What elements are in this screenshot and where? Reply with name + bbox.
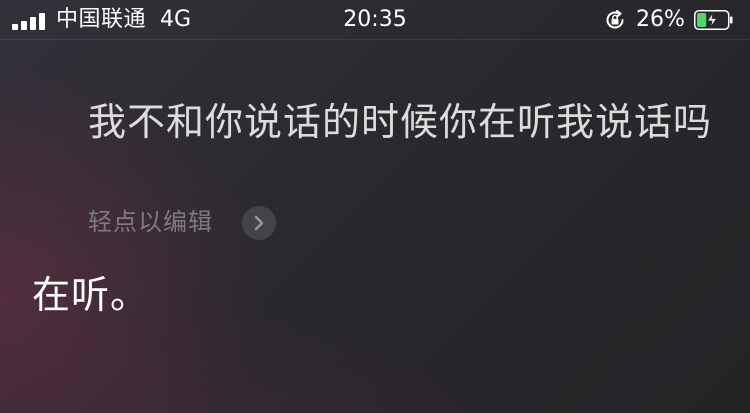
battery-percent: 26%	[636, 7, 685, 32]
battery-charging-icon	[694, 10, 733, 30]
chevron-right-icon[interactable]	[242, 206, 276, 240]
siri-query-text[interactable]: 我不和你说话的时候你在听我说话吗	[88, 96, 718, 148]
siri-response-text: 在听。	[32, 273, 150, 317]
tap-to-edit-label[interactable]: 轻点以编辑	[88, 206, 213, 238]
status-bar: 中国联通 4G 20:35 26%	[0, 0, 750, 40]
orientation-lock-icon	[606, 10, 624, 29]
